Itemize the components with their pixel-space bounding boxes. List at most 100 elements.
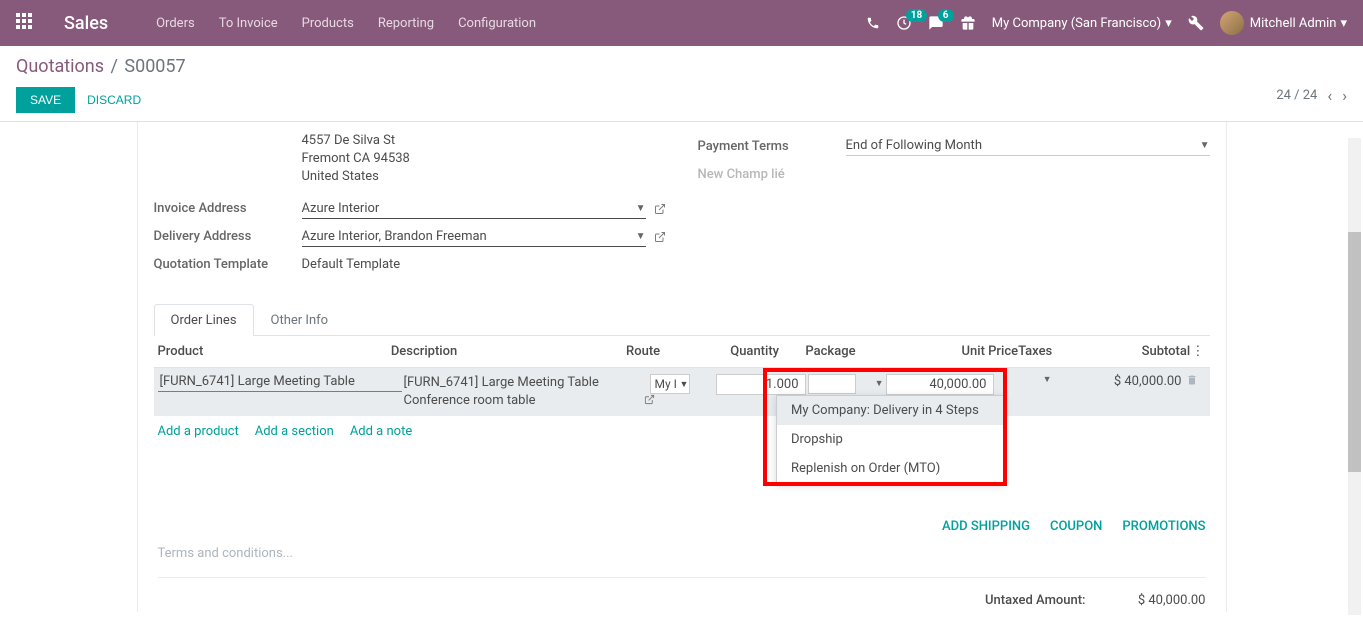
breadcrumb-current: S00057: [124, 56, 185, 77]
add-note-link[interactable]: Add a note: [350, 424, 412, 439]
breadcrumb-root[interactable]: Quotations: [16, 56, 104, 77]
user-menu[interactable]: Mitchell Admin ▾: [1220, 11, 1347, 35]
external-link-icon[interactable]: [644, 394, 700, 405]
order-lines-table: Product Description Route Quantity Packa…: [154, 336, 1210, 447]
delivery-address-value: Azure Interior, Brandon Freeman: [302, 229, 487, 244]
caret-down-icon: ▼: [1200, 140, 1210, 151]
company-name: My Company (San Francisco): [992, 16, 1161, 31]
desc-line1: [FURN_6741] Large Meeting Table: [404, 374, 646, 392]
breadcrumb: Quotations / S00057: [16, 56, 186, 77]
add-section-link[interactable]: Add a section: [255, 424, 334, 439]
totals-block: Untaxed Amount: $ 40,000.00 Taxes: $ 0.0…: [946, 590, 1206, 612]
apps-icon[interactable]: [16, 13, 36, 33]
caret-down-icon: ▼: [636, 231, 646, 242]
desc-line2: Conference room table: [404, 392, 646, 410]
route-option[interactable]: Replenish on Order (MTO): [777, 454, 1003, 483]
column-menu-icon[interactable]: ⋮: [1190, 344, 1205, 359]
menu-to-invoice[interactable]: To Invoice: [219, 16, 278, 31]
payment-terms-field[interactable]: End of Following Month ▼: [846, 136, 1210, 156]
new-champ-label: New Champ lié: [698, 167, 846, 182]
header-unit-price: Unit Price: [884, 344, 1018, 359]
activities-icon[interactable]: 18: [896, 15, 912, 31]
payment-terms-value: End of Following Month: [846, 138, 982, 153]
scrollbar-thumb[interactable]: [1348, 232, 1361, 472]
table-row: [FURN_6741] Large Meeting Table [FURN_67…: [154, 368, 1210, 416]
table-header: Product Description Route Quantity Packa…: [154, 336, 1210, 368]
header-subtotal: Subtotal: [1075, 344, 1190, 359]
tab-other-info[interactable]: Other Info: [254, 304, 346, 336]
pager-next[interactable]: ›: [1342, 86, 1347, 105]
order-footer-actions: ADD SHIPPING COUPON PROMOTIONS: [138, 507, 1226, 546]
cell-quantity: 1.000: [708, 374, 808, 395]
delivery-address-label: Delivery Address: [154, 229, 302, 244]
route-dropdown: My Company: Delivery in 4 Steps Dropship…: [776, 395, 1004, 484]
add-shipping-link[interactable]: ADD SHIPPING: [942, 519, 1030, 534]
messages-badge: 6: [938, 9, 954, 22]
caret-down-icon: ▼: [1043, 374, 1052, 385]
address-line3: United States: [302, 168, 666, 186]
caret-down-icon[interactable]: ▼: [875, 378, 884, 389]
discard-button[interactable]: DISCARD: [87, 93, 141, 107]
cell-product[interactable]: [FURN_6741] Large Meeting Table: [158, 374, 402, 392]
customer-address: 4557 De Silva St Fremont CA 94538 United…: [302, 132, 666, 187]
app-brand[interactable]: Sales: [64, 13, 108, 34]
top-navbar: Sales Orders To Invoice Products Reporti…: [0, 0, 1363, 46]
promotions-link[interactable]: PROMOTIONS: [1122, 519, 1205, 534]
caret-down-icon: ▼: [636, 203, 646, 214]
pager-text: 24 / 24: [1276, 88, 1317, 103]
package-input[interactable]: [808, 374, 856, 394]
add-product-link[interactable]: Add a product: [158, 424, 239, 439]
route-option[interactable]: Dropship: [777, 425, 1003, 454]
quotation-template-value[interactable]: Default Template: [302, 257, 666, 272]
taxes-input[interactable]: ▼: [994, 374, 1054, 385]
untaxed-label: Untaxed Amount:: [946, 593, 1086, 608]
add-line-row: Add a product Add a section Add a note: [154, 416, 1210, 447]
menu-orders[interactable]: Orders: [156, 16, 195, 31]
address-line2: Fremont CA 94538: [302, 150, 666, 168]
header-product: Product: [158, 344, 391, 359]
notebook-tabs: Order Lines Other Info: [154, 303, 1210, 336]
terms-input[interactable]: Terms and conditions...: [158, 546, 1206, 578]
cell-route: My I▼: [648, 374, 708, 405]
phone-icon[interactable]: [866, 16, 880, 30]
unit-price-input[interactable]: 40,000.00: [886, 374, 994, 395]
user-name: Mitchell Admin: [1250, 16, 1337, 31]
debug-icon[interactable]: [1188, 15, 1204, 31]
messages-icon[interactable]: 6: [928, 15, 944, 31]
breadcrumb-sep: /: [110, 56, 117, 77]
quantity-input[interactable]: 1.000: [716, 374, 806, 395]
top-menu: Orders To Invoice Products Reporting Con…: [156, 16, 536, 31]
header-quantity: Quantity: [703, 344, 780, 359]
menu-configuration[interactable]: Configuration: [458, 16, 536, 31]
cell-description[interactable]: [FURN_6741] Large Meeting Table Conferen…: [402, 374, 648, 410]
quotation-template-label: Quotation Template: [154, 257, 302, 272]
trash-icon[interactable]: [1184, 374, 1200, 386]
invoice-address-field[interactable]: Azure Interior ▼: [302, 199, 646, 219]
header-route: Route: [626, 344, 703, 359]
header-taxes: Taxes: [1018, 344, 1075, 359]
invoice-address-label: Invoice Address: [154, 201, 302, 216]
external-link-icon[interactable]: [654, 231, 666, 243]
header-description: Description: [391, 344, 626, 359]
form-scroll[interactable]: 4557 De Silva St Fremont CA 94538 United…: [0, 122, 1363, 612]
caret-down-icon: ▾: [1340, 16, 1347, 31]
external-link-icon[interactable]: [654, 203, 666, 215]
cell-subtotal: $ 40,000.00: [1054, 374, 1184, 389]
pager-prev[interactable]: ‹: [1327, 86, 1332, 105]
caret-down-icon: ▼: [680, 380, 689, 390]
form-sheet: 4557 De Silva St Fremont CA 94538 United…: [137, 122, 1227, 612]
menu-products[interactable]: Products: [302, 16, 354, 31]
untaxed-value: $ 40,000.00: [1106, 593, 1206, 608]
invoice-address-value: Azure Interior: [302, 201, 380, 216]
coupon-link[interactable]: COUPON: [1050, 519, 1102, 534]
top-right: 18 6 My Company (San Francisco) ▾ Mitche…: [866, 11, 1347, 35]
tab-order-lines[interactable]: Order Lines: [154, 304, 254, 336]
caret-down-icon: ▾: [1165, 16, 1172, 31]
company-selector[interactable]: My Company (San Francisco) ▾: [992, 16, 1172, 31]
save-button[interactable]: SAVE: [16, 87, 75, 113]
menu-reporting[interactable]: Reporting: [378, 16, 434, 31]
gift-icon[interactable]: [960, 15, 976, 31]
delivery-address-field[interactable]: Azure Interior, Brandon Freeman ▼: [302, 227, 646, 247]
control-panel: Quotations / S00057 SAVE DISCARD 24 / 24…: [0, 46, 1363, 122]
route-option[interactable]: My Company: Delivery in 4 Steps: [777, 396, 1003, 425]
